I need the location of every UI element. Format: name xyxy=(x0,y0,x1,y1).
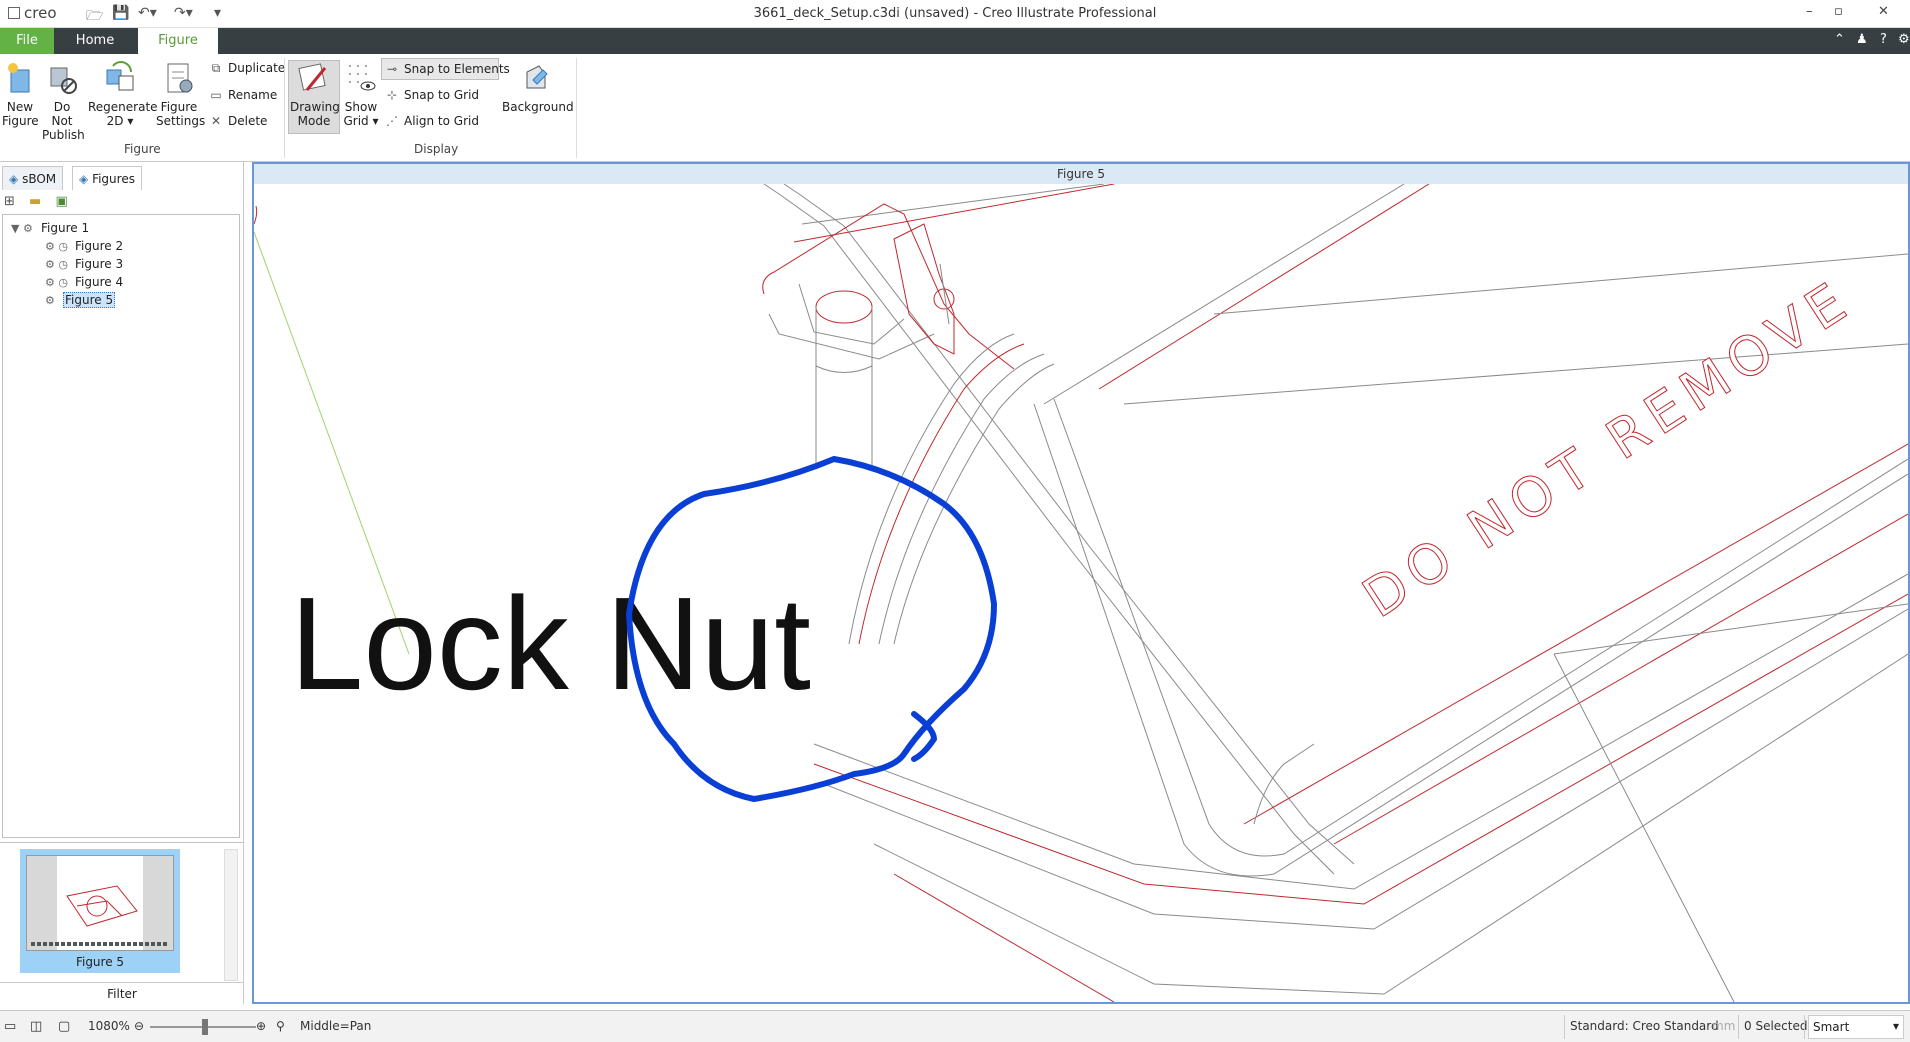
collapse-ribbon-icon[interactable]: ⌃ xyxy=(1834,32,1845,47)
duplicate-button[interactable]: ⧉ Duplicate xyxy=(208,58,285,78)
units-indicator: mm xyxy=(1712,1019,1736,1033)
show-grid-icon xyxy=(349,65,376,91)
show-grid-button[interactable]: Show Grid ▾ xyxy=(342,60,380,128)
tab-file[interactable]: File xyxy=(0,28,54,54)
tab-sbom[interactable]: ◈ sBOM xyxy=(2,166,64,190)
view-page-icon[interactable]: ▢ xyxy=(58,1019,70,1034)
zoom-out-icon[interactable]: ⊖ xyxy=(134,1019,144,1033)
figure-node-icon: ⚙ xyxy=(45,294,55,307)
thumbnail-area: Figure 5 xyxy=(0,842,244,982)
view-single-icon[interactable]: ▭ xyxy=(4,1019,16,1034)
user-icon[interactable]: ♟ xyxy=(1856,32,1868,47)
figure-settings-icon xyxy=(167,63,193,93)
tab-figure[interactable]: Figure xyxy=(138,28,218,54)
display-group-label: Display xyxy=(414,142,459,156)
view-split-icon[interactable]: ◫ xyxy=(30,1019,42,1034)
align-to-grid-icon: ⋰ xyxy=(386,114,398,128)
window-title: 3661_deck_Setup.c3di (unsaved) - Creo Il… xyxy=(753,6,1157,21)
tree-item-figure-4[interactable]: ⚙ ◷ Figure 4 xyxy=(45,273,123,291)
tree-item-figure-2[interactable]: ⚙ ◷ Figure 2 xyxy=(45,237,123,255)
tree-item-figure-5[interactable]: ⚙ Figure 5 xyxy=(45,291,116,309)
ribbon-tab-bar: File Home Figure ⌃ ♟ ? ⚙ xyxy=(0,28,1910,54)
tree-item-figure-3[interactable]: ⚙ ◷ Figure 3 xyxy=(45,255,123,273)
chevron-down-icon: ▾ xyxy=(1892,1019,1899,1033)
figure-viewport[interactable]: Figure 5 DO NOT REMOVE Lock Nut xyxy=(252,162,1910,1004)
delete-button[interactable]: ✕ Delete xyxy=(208,111,267,131)
title-bar: creo 🗁 💾 ↶▾ ↷▾ ▾ 3661_deck_Setup.c3di (u… xyxy=(0,0,1910,28)
snap-to-grid-toggle[interactable]: ⊹ Snap to Grid xyxy=(384,85,479,105)
restore-icon[interactable]: ▫ xyxy=(1834,4,1843,19)
figure-header: Figure 5 xyxy=(254,164,1908,184)
figure-node-icon: ⚙ ◷ xyxy=(45,240,68,253)
status-separator xyxy=(1804,1015,1805,1039)
drawing-canvas[interactable]: DO NOT REMOVE Lock Nut xyxy=(254,184,1908,1002)
engraved-label: DO NOT REMOVE xyxy=(1352,267,1864,630)
figure-settings-button[interactable]: Figure Settings xyxy=(156,60,205,128)
figure-node-icon: ⚙ ◷ xyxy=(45,258,68,271)
thumbnail-drawing xyxy=(27,856,173,950)
help-icon[interactable]: ? xyxy=(1880,32,1887,47)
background-button[interactable]: Background xyxy=(502,60,574,114)
minimize-icon[interactable]: – xyxy=(1806,4,1813,19)
group-separator xyxy=(576,58,577,158)
rename-icon: ▭ xyxy=(210,88,222,102)
figure-group-label: Figure xyxy=(124,142,161,156)
lock-nut-annotation[interactable]: Lock Nut xyxy=(290,570,811,717)
snap-to-grid-icon: ⊹ xyxy=(386,88,398,102)
close-icon[interactable]: ✕ xyxy=(1878,4,1889,19)
regenerate-2d-button[interactable]: Regenerate 2D ▾ xyxy=(88,60,158,128)
selection-mode-dropdown[interactable]: Smart ▾ xyxy=(1808,1015,1904,1039)
zoom-level: 1080% xyxy=(88,1019,130,1033)
thumbnail-preview xyxy=(26,855,174,951)
ribbon: New Figure Do Not Publish Regenerate 2D … xyxy=(0,54,1910,162)
folder-icon[interactable]: ▬ xyxy=(29,194,41,209)
status-separator xyxy=(1738,1015,1739,1039)
zoom-slider-handle[interactable] xyxy=(202,1019,208,1035)
image-icon[interactable]: ▣ xyxy=(55,194,67,209)
figure-thumbnail[interactable]: Figure 5 xyxy=(20,849,180,973)
group-separator xyxy=(284,58,285,158)
sbom-icon: ◈ xyxy=(9,172,19,186)
rename-button[interactable]: ▭ Rename xyxy=(208,85,277,105)
filter-button[interactable]: Filter xyxy=(0,982,244,1004)
zoom-in-icon[interactable]: ⊕ xyxy=(256,1019,266,1033)
align-to-grid-button[interactable]: ⋰ Align to Grid xyxy=(384,111,479,131)
tab-figures[interactable]: ◈ Figures xyxy=(72,166,142,190)
new-figure-icon xyxy=(8,63,30,93)
regenerate-2d-icon xyxy=(106,61,134,91)
do-not-publish-icon xyxy=(50,67,77,94)
tree-expand-icon: ▼ ⚙ xyxy=(11,222,33,235)
expand-tree-icon[interactable]: ⊞ xyxy=(4,194,15,209)
drawing-mode-icon xyxy=(298,63,327,91)
panel-toolbar: ⊞ ▬ ▣ xyxy=(4,194,68,209)
left-panel: ◈ sBOM ◈ Figures ⊞ ▬ ▣ ▼ ⚙ Figure 1 ⚙ ◷ Fi… xyxy=(0,162,244,1004)
status-separator xyxy=(1564,1015,1565,1039)
mouse-hint: Middle=Pan xyxy=(300,1019,372,1033)
figure-tree: ▼ ⚙ Figure 1 ⚙ ◷ Figure 2 ⚙ ◷ Figure 3 ⚙ ◷ F… xyxy=(2,214,240,838)
drawing-mode-button[interactable]: Drawing Mode xyxy=(290,60,340,128)
thumbnail-scrollbar[interactable] xyxy=(224,849,238,981)
delete-icon: ✕ xyxy=(210,114,222,128)
new-figure-button[interactable]: New Figure xyxy=(2,60,39,128)
selection-count: 0 Selected xyxy=(1744,1019,1808,1033)
status-bar: ▭ ◫ ▢ 1080% ⊖ ⊕ ⚲ Middle=Pan Standard: C… xyxy=(0,1010,1910,1042)
do-not-publish-button[interactable]: Do Not Publish xyxy=(42,60,85,142)
figures-icon: ◈ xyxy=(79,172,89,186)
tab-home[interactable]: Home xyxy=(60,28,130,54)
zoom-search-icon[interactable]: ⚲ xyxy=(276,1019,285,1033)
standard-indicator: Standard: Creo Standard xyxy=(1570,1019,1719,1033)
snap-to-elements-toggle[interactable]: ⊸ Snap to Elements xyxy=(384,59,510,79)
snap-to-elements-icon: ⊸ xyxy=(386,62,398,76)
figure-node-icon: ⚙ ◷ xyxy=(45,276,68,289)
duplicate-icon: ⧉ xyxy=(211,61,221,75)
settings-icon[interactable]: ⚙ xyxy=(1898,32,1910,47)
thumbnail-label: Figure 5 xyxy=(75,955,125,969)
tree-item-figure-1[interactable]: ▼ ⚙ Figure 1 xyxy=(11,219,89,237)
background-icon xyxy=(526,65,548,89)
